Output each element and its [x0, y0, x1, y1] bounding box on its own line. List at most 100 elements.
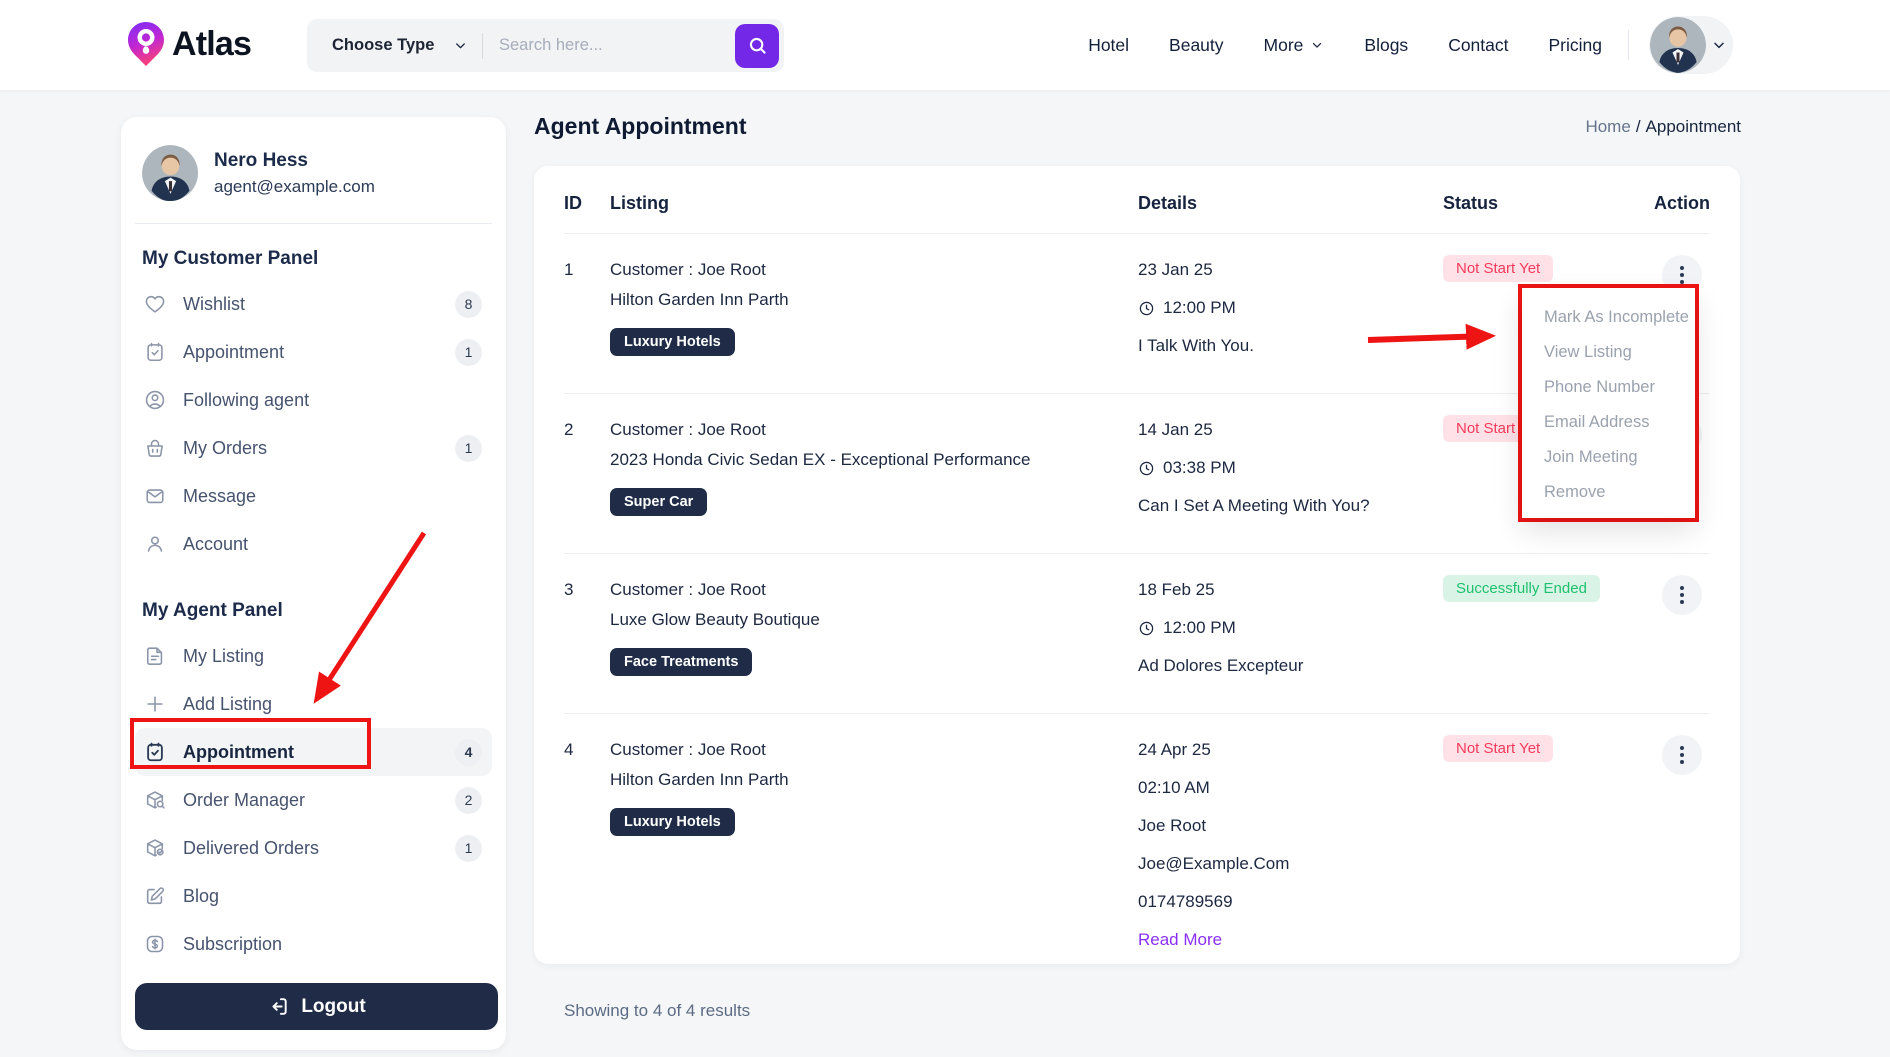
nav-link-hotel[interactable]: Hotel: [1088, 35, 1129, 56]
count-badge: 8: [455, 290, 482, 318]
row-actions-button[interactable]: [1662, 735, 1702, 775]
status-badge: Not Start Yet: [1443, 735, 1554, 762]
navbar-right: Hotel Beauty More Blogs Contact Pricing: [1088, 0, 1733, 90]
nav-link-more[interactable]: More: [1264, 35, 1325, 56]
top-navbar: Atlas Choose Type Hotel Beauty More Blog…: [0, 0, 1890, 90]
column-header-status: Status: [1443, 193, 1499, 213]
menu-item-remove[interactable]: Remove: [1544, 475, 1695, 510]
column-header-listing: Listing: [610, 193, 669, 213]
count-badge: 2: [455, 786, 482, 814]
logout-icon: [272, 998, 287, 1015]
sidebar-item-label: Order Manager: [183, 789, 306, 810]
page-title: Agent Appointment: [534, 113, 747, 139]
sidebar-item-add-listing[interactable]: Add Listing: [135, 680, 492, 728]
row-time-value: 12:00 PM: [1163, 618, 1236, 637]
category-badge: Luxury Hotels: [610, 328, 735, 356]
clock-icon: [1139, 621, 1154, 635]
sidebar-item-following-agent[interactable]: Following agent: [135, 376, 492, 424]
sidebar-item-appointment-agent[interactable]: Appointment 4: [135, 728, 492, 776]
row-date: 23 Jan 25: [1138, 260, 1213, 279]
row-actions-button[interactable]: [1662, 575, 1702, 615]
sidebar-item-label: Message: [183, 485, 257, 506]
sidebar-item-wishlist[interactable]: Wishlist 8: [135, 280, 492, 328]
user-icon: [147, 536, 163, 552]
count-badge: 1: [455, 834, 482, 862]
sidebar-item-subscription[interactable]: Subscription: [135, 920, 492, 968]
user-menu[interactable]: [1649, 16, 1733, 74]
sidebar-item-message[interactable]: Message: [135, 472, 492, 520]
table-row: 3 Customer : Joe Root Luxe Glow Beauty B…: [564, 554, 1710, 714]
sidebar-item-label: My Listing: [183, 645, 265, 666]
row-contact-name: Joe Root: [1138, 816, 1207, 835]
sidebar-item-label: Following agent: [183, 389, 310, 410]
user-circle-icon: [145, 390, 165, 410]
menu-item-mark-as-incomplete[interactable]: Mark As Incomplete: [1544, 300, 1695, 335]
sidebar-item-account[interactable]: Account: [135, 520, 492, 568]
sidebar-item-blog[interactable]: Blog: [135, 872, 492, 920]
plus-icon: [147, 696, 163, 712]
status-badge: Not Start Yet: [1443, 255, 1554, 282]
sidebar-item-order-manager[interactable]: Order Manager 2: [135, 776, 492, 824]
breadcrumb-current: Appointment: [1645, 117, 1741, 136]
table-row: 4 Customer : Joe Root Hilton Garden Inn …: [564, 714, 1710, 979]
status-badge: Successfully Ended: [1443, 575, 1600, 602]
clock-icon: [1139, 461, 1154, 475]
row-note: I Talk With You.: [1138, 336, 1254, 355]
category-badge: Luxury Hotels: [610, 808, 735, 836]
choose-type-label: Choose Type: [332, 36, 435, 54]
sidebar-item-label: Account: [183, 533, 249, 554]
chevron-down-icon: [1714, 42, 1724, 49]
nav-link-pricing[interactable]: Pricing: [1549, 35, 1603, 56]
row-contact-phone: 0174789569: [1138, 892, 1233, 911]
row-time-value: 03:38 PM: [1163, 458, 1236, 477]
user-email: agent@example.com: [214, 176, 375, 196]
row-id: 2: [564, 420, 574, 439]
breadcrumb: Home / Appointment: [1585, 117, 1741, 137]
sidebar-item-label: Add Listing: [183, 693, 273, 714]
sidebar-item-my-listing[interactable]: My Listing: [135, 632, 492, 680]
logout-button[interactable]: Logout: [135, 983, 498, 1030]
section-title-agent-panel: My Agent Panel: [142, 600, 283, 621]
nav-link-contact[interactable]: Contact: [1448, 35, 1508, 56]
search-button[interactable]: [735, 23, 779, 68]
menu-item-view-listing[interactable]: View Listing: [1544, 335, 1695, 370]
sidebar-item-appointment-customer[interactable]: Appointment 1: [135, 328, 492, 376]
row-date: 24 Apr 25: [1138, 740, 1211, 759]
row-id: 4: [564, 740, 574, 759]
menu-item-join-meeting[interactable]: Join Meeting: [1544, 440, 1695, 475]
sidebar-item-my-orders[interactable]: My Orders 1: [135, 424, 492, 472]
sidebar-item-label: Blog: [183, 885, 220, 906]
logout-label: Logout: [301, 995, 366, 1017]
sidebar-item-label: Wishlist: [183, 293, 245, 314]
menu-item-phone-number[interactable]: Phone Number: [1544, 370, 1695, 405]
document-icon: [146, 647, 163, 665]
avatar: [142, 145, 198, 201]
brand-name: Atlas: [172, 24, 252, 63]
box-search-icon: [146, 791, 165, 809]
basket-icon: [147, 439, 163, 457]
row-actions-menu: Mark As Incomplete View Listing Phone Nu…: [1522, 288, 1695, 518]
sidebar-item-delivered-orders[interactable]: Delivered Orders 1: [135, 824, 492, 872]
breadcrumb-separator: /: [1635, 117, 1641, 136]
row-listing-title: 2023 Honda Civic Sedan EX - Exceptional …: [610, 450, 1031, 469]
box-check-icon: [146, 839, 164, 857]
brand-logo[interactable]: Atlas: [127, 21, 252, 67]
nav-link-beauty[interactable]: Beauty: [1169, 35, 1223, 56]
count-badge: 4: [455, 738, 482, 766]
row-customer: Customer : Joe Root: [610, 260, 766, 279]
choose-type-dropdown[interactable]: Choose Type: [307, 36, 482, 55]
column-header-action: Action: [1654, 193, 1710, 213]
nav-link-blogs[interactable]: Blogs: [1364, 35, 1408, 56]
row-listing-title: Hilton Garden Inn Parth: [610, 290, 789, 309]
section-title-customer-panel: My Customer Panel: [142, 248, 319, 269]
menu-item-email-address[interactable]: Email Address: [1544, 405, 1695, 440]
row-listing-title: Luxe Glow Beauty Boutique: [610, 610, 820, 629]
breadcrumb-home[interactable]: Home: [1585, 117, 1630, 136]
read-more-link[interactable]: Read More: [1138, 925, 1443, 955]
row-id: 1: [564, 260, 574, 279]
search-input[interactable]: [483, 36, 735, 55]
row-date: 18 Feb 25: [1138, 580, 1215, 599]
category-badge: Super Car: [610, 488, 708, 516]
dollar-icon: [146, 935, 164, 953]
row-note: Ad Dolores Excepteur: [1138, 656, 1304, 675]
